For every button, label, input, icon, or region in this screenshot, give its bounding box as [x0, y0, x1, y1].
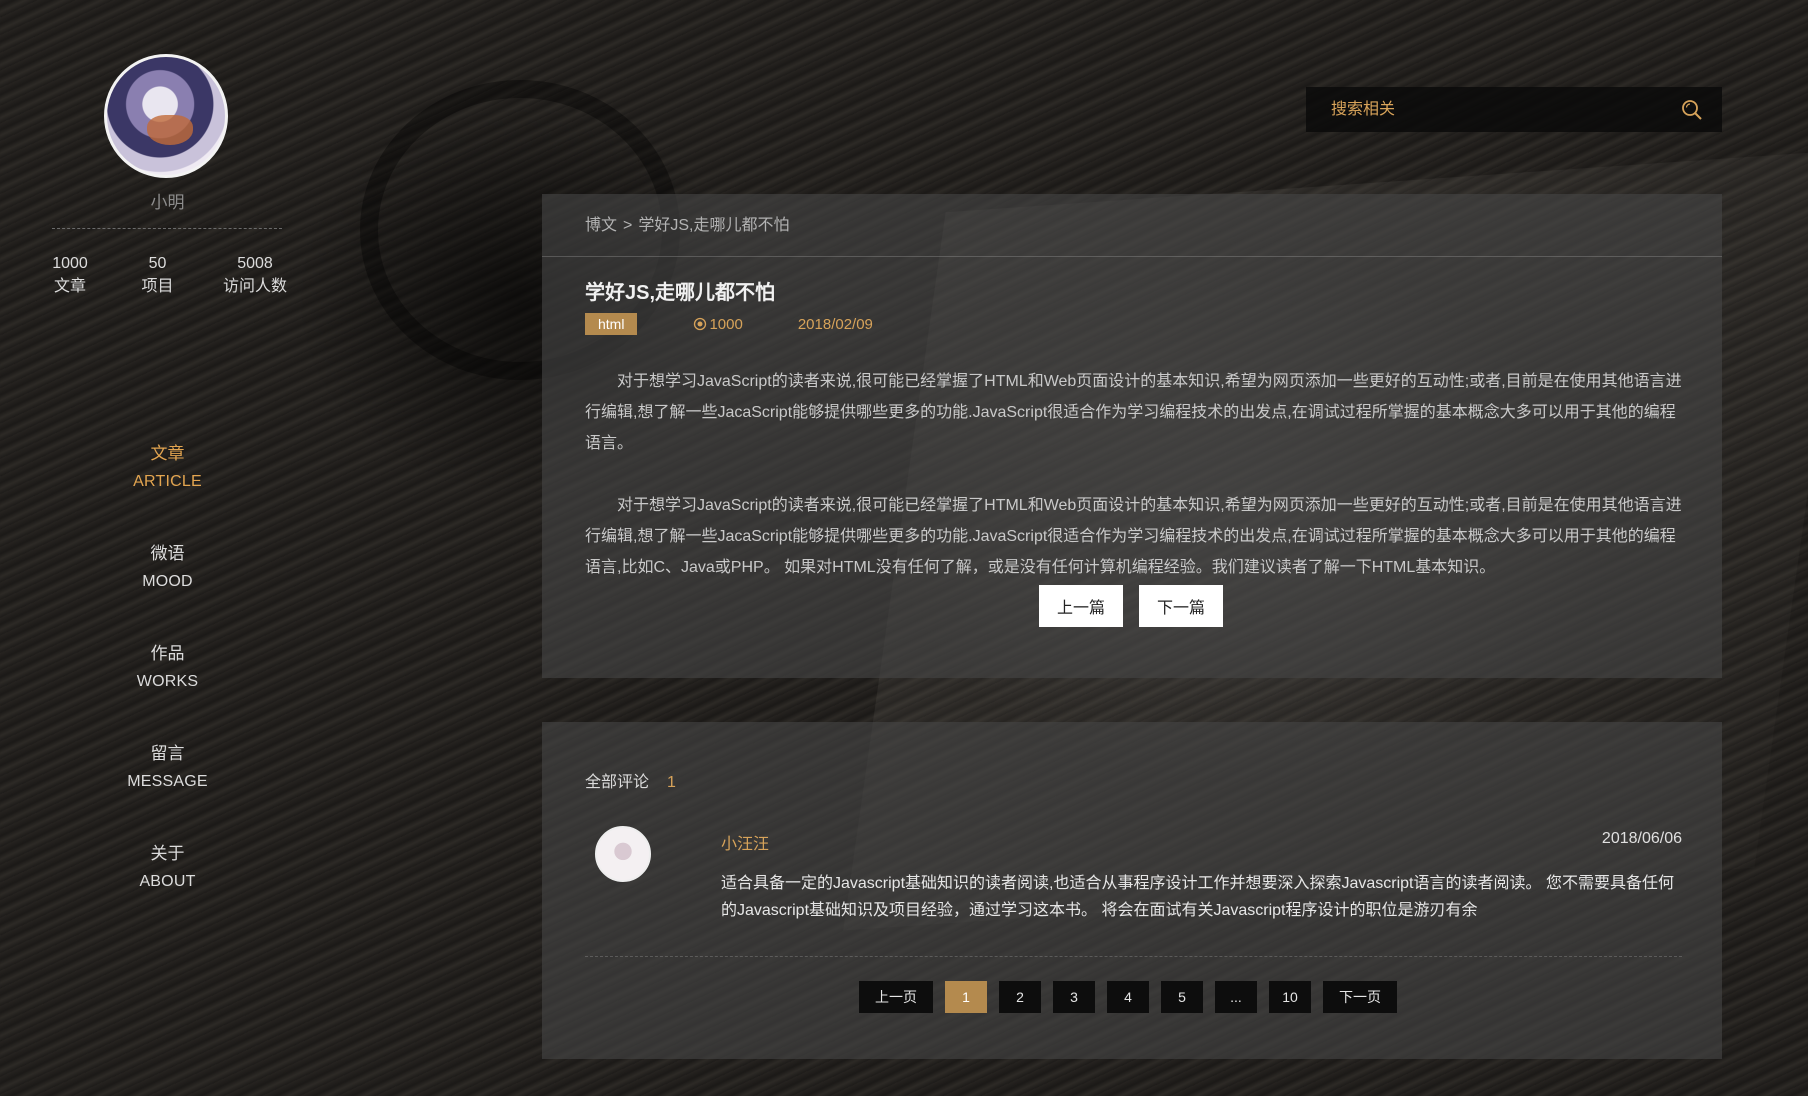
- page-button-4[interactable]: 4: [1107, 981, 1149, 1013]
- search-bar: [1306, 87, 1722, 132]
- article-pager: 上一篇 下一篇: [1039, 585, 1223, 627]
- nav-item-article[interactable]: 文章 ARTICLE: [0, 440, 335, 540]
- nav-label-en: ABOUT: [139, 873, 196, 890]
- breadcrumb-root[interactable]: 博文: [585, 217, 617, 234]
- commenter-name[interactable]: 小汪汪: [721, 830, 769, 854]
- page-button-5[interactable]: 5: [1161, 981, 1203, 1013]
- views-icon: [694, 317, 707, 331]
- page-ellipsis: ...: [1215, 981, 1257, 1013]
- nav-label-zh: 留言: [150, 744, 185, 763]
- pagination: 上一页 1 2 3 4 5 ... 10 下一页: [859, 981, 1397, 1013]
- prev-article-button[interactable]: 上一篇: [1039, 585, 1123, 627]
- profile-avatar[interactable]: [104, 54, 228, 178]
- nav-item-works[interactable]: 作品 WORKS: [0, 640, 335, 740]
- comment-date: 2018/06/06: [1601, 830, 1682, 847]
- nav-item-message[interactable]: 留言 MESSAGE: [0, 740, 335, 840]
- nav-item-mood[interactable]: 微语 MOOD: [0, 540, 335, 640]
- nav-label-zh: 作品: [150, 644, 185, 663]
- page-button-1[interactable]: 1: [945, 981, 987, 1013]
- nav-label-zh: 微语: [150, 544, 185, 563]
- article-date: 2018/02/09: [797, 315, 873, 333]
- stat-visitors: 5008 访问人数: [215, 252, 295, 298]
- comments-panel: 全部评论 1 小汪汪 2018/06/06 适合具备一定的Javascript基础…: [542, 722, 1722, 1059]
- stat-label: 访问人数: [222, 278, 287, 295]
- article-paragraph: 对于想学习JavaScript的读者来说,很可能已经掌握了HTML和Web页面设…: [585, 373, 1682, 452]
- main-nav: 文章 ARTICLE 微语 MOOD 作品 WORKS 留言 MESSAGE 关…: [0, 440, 335, 940]
- stat-value: 5008: [237, 255, 273, 272]
- page-next-button[interactable]: 下一页: [1323, 981, 1397, 1013]
- next-article-button[interactable]: 下一篇: [1139, 585, 1223, 627]
- nav-label-en: MOOD: [142, 573, 193, 590]
- search-icon: [1682, 99, 1702, 120]
- profile-stats: 1000 文章 50 项目 5008 访问人数: [40, 252, 295, 298]
- profile-name: 小明: [150, 193, 185, 212]
- search-input[interactable]: [1306, 87, 1662, 132]
- stat-label: 文章: [53, 278, 86, 295]
- views-count: 1000: [709, 315, 743, 333]
- page-prev-button[interactable]: 上一页: [859, 981, 933, 1013]
- article-paragraph: 对于想学习JavaScript的读者来说,很可能已经掌握了HTML和Web页面设…: [585, 497, 1682, 576]
- comments-divider: [585, 956, 1682, 957]
- article-title: 学好JS,走哪儿都不怕: [585, 282, 776, 304]
- nav-label-zh: 文章: [150, 444, 185, 463]
- nav-label-en: MESSAGE: [127, 773, 208, 790]
- nav-item-about[interactable]: 关于 ABOUT: [0, 840, 335, 940]
- breadcrumb: 博文 > 学好JS,走哪儿都不怕: [542, 194, 1722, 257]
- profile-divider: [52, 228, 282, 229]
- search-button[interactable]: [1662, 87, 1722, 132]
- stat-projects: 50 项目: [128, 252, 188, 298]
- nav-label-zh: 关于: [150, 844, 185, 863]
- article-content: 对于想学习JavaScript的读者来说,很可能已经掌握了HTML和Web页面设…: [585, 366, 1685, 614]
- page-button-10[interactable]: 10: [1269, 981, 1311, 1013]
- article-panel: 博文 > 学好JS,走哪儿都不怕 学好JS,走哪儿都不怕 html 1000 201…: [542, 194, 1722, 678]
- comments-title: 全部评论: [585, 774, 650, 791]
- article-tag[interactable]: html: [585, 313, 638, 335]
- comments-count: 1: [667, 774, 676, 791]
- nav-label-en: WORKS: [136, 673, 199, 690]
- stat-articles: 1000 文章: [40, 252, 100, 298]
- commenter-avatar[interactable]: [595, 826, 651, 882]
- comment-text: 适合具备一定的Javascript基础知识的读者阅读,也适合从事程序设计工作并想…: [721, 875, 1674, 919]
- page-button-3[interactable]: 3: [1053, 981, 1095, 1013]
- breadcrumb-separator: >: [623, 217, 633, 234]
- stat-value: 1000: [52, 255, 88, 272]
- stat-label: 项目: [141, 278, 174, 295]
- article-views: 1000: [693, 315, 743, 333]
- breadcrumb-current: 学好JS,走哪儿都不怕: [638, 217, 790, 234]
- page-button-2[interactable]: 2: [999, 981, 1041, 1013]
- comments-heading: 全部评论 1: [585, 768, 676, 792]
- nav-label-en: ARTICLE: [133, 473, 202, 490]
- stat-value: 50: [148, 255, 167, 272]
- article-meta: html 1000 2018/02/09: [585, 313, 873, 335]
- sidebar: 小明 1000 文章 50 项目 5008 访问人数 文章 ARTICLE 微语…: [0, 0, 335, 1096]
